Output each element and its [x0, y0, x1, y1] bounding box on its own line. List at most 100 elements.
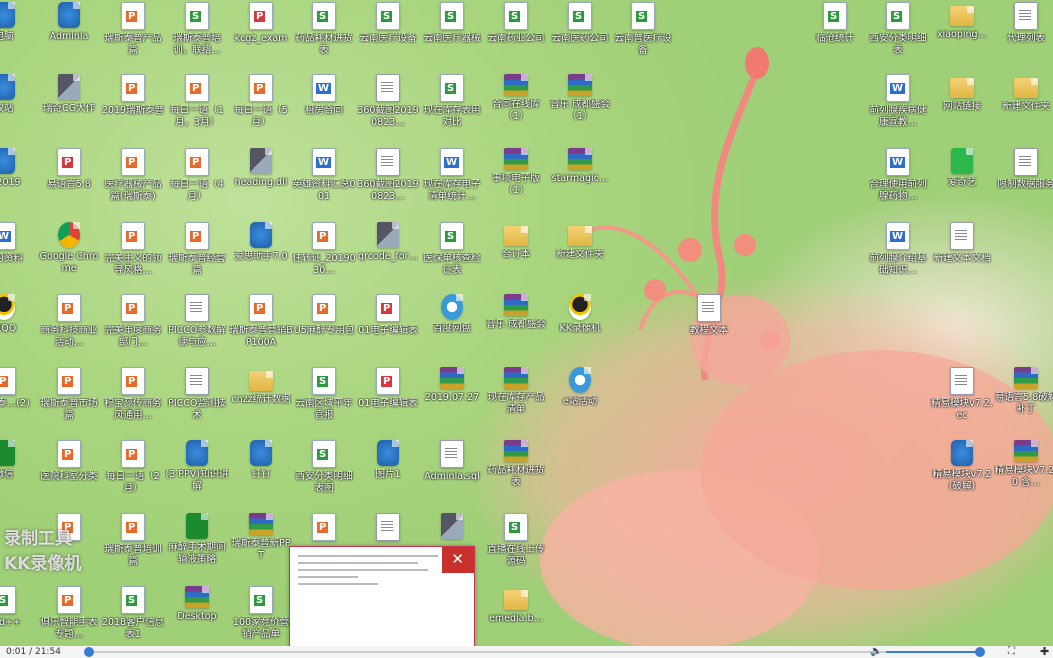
desktop-icon[interactable]: 云南区域平年官报: [292, 367, 356, 422]
desktop-icon[interactable]: 瑞斯泰普培训，联络…: [165, 2, 229, 57]
desktop-icon[interactable]: 讯QQ: [0, 294, 36, 335]
desktop-icon[interactable]: 2019瑞斯泰普: [101, 74, 165, 117]
desktop-icon[interactable]: 现在库存表用对比: [420, 74, 484, 129]
desktop-icon[interactable]: 住转证_2019030…: [292, 222, 356, 277]
desktop-icon[interactable]: [292, 513, 356, 544]
desktop-icon[interactable]: 租房合同: [292, 74, 356, 117]
desktop-icon[interactable]: emedia.b…: [484, 586, 548, 625]
desktop-icon[interactable]: 学习资料: [0, 222, 36, 265]
desktop-icon[interactable]: qrcode_for…: [356, 222, 420, 263]
desktop-icon[interactable]: 代理列表: [994, 2, 1053, 45]
desktop-icon[interactable]: 瑞斯泰普新PPT: [229, 513, 293, 562]
desktop-icon[interactable]: 360截图20190823…: [356, 74, 420, 129]
desktop-icon[interactable]: 音乐 成都盛会（1）: [548, 74, 612, 123]
desktop-icon[interactable]: 穆宝蕊传商务风通用…: [101, 367, 165, 422]
desktop-icon[interactable]: 完美主义的领导风格…: [101, 222, 165, 277]
desktop-icon[interactable]: 电脑: [0, 2, 36, 43]
desktop-icon[interactable]: 医院科室分类: [37, 440, 101, 483]
volume-icon[interactable]: 🔈: [870, 646, 882, 658]
desktop-icon[interactable]: 瑞斯泰普营销BP100A: [229, 294, 293, 349]
desktop-icon[interactable]: 瑞斯泰普产品篇: [101, 2, 165, 57]
popup-window[interactable]: ✕: [289, 546, 475, 648]
desktop-icon[interactable]: 瑞奇CG大作: [37, 74, 101, 115]
volume-slider[interactable]: [886, 651, 982, 653]
desktop-icon[interactable]: 瑞斯泰普市场篇: [37, 367, 101, 422]
desktop-icon[interactable]: 医疗器械产品篇(瑞斯泰): [101, 148, 165, 203]
desktop-icon[interactable]: PICCO监测技术: [165, 367, 229, 422]
desktop-icon[interactable]: 云南医药公司: [548, 2, 612, 45]
desktop-icon[interactable]: 药品耗材进货表: [484, 440, 548, 489]
desktop-icon[interactable]: 俱乐智能手表专题…: [37, 586, 101, 641]
desktop-icon[interactable]: Adminla: [37, 2, 101, 43]
desktop-icon[interactable]: 临沧统计: [803, 2, 867, 45]
desktop-icon[interactable]: 云南医疗器械: [420, 2, 484, 45]
desktop-icon[interactable]: heading.dll: [229, 148, 293, 189]
desktop-icon[interactable]: 前列腺介绍基础知识…: [866, 222, 930, 277]
desktop-icon[interactable]: 西安分类明细表图: [292, 440, 356, 495]
desktop-icon[interactable]: 事项电子版（1）: [484, 148, 548, 197]
desktop-icon[interactable]: pad++: [0, 586, 36, 629]
desktop-icon[interactable]: U5麻醉专用包: [292, 294, 356, 337]
desktop-icon[interactable]: Adminla.sql: [420, 440, 484, 483]
popup-close-button[interactable]: ✕: [442, 547, 474, 573]
desktop-icon[interactable]: 2019.07.27: [420, 367, 484, 404]
desktop-icon[interactable]: 云南药业公司: [484, 2, 548, 45]
desktop-icon[interactable]: 爱思助手7.0: [229, 222, 293, 263]
desktop-icon[interactable]: 现在库存产品清单: [484, 367, 548, 416]
desktop-icon[interactable]: kcgz_exam: [229, 2, 293, 45]
desktop-icon[interactable]: Desktop: [165, 586, 229, 623]
desktop-icon[interactable]: 限制数据服务: [994, 148, 1053, 191]
desktop-icon[interactable]: 现在库存电子清单统计…: [420, 148, 484, 203]
desktop-icon[interactable]: 01电子编辑表: [356, 294, 420, 337]
desktop-icon[interactable]: KK录像机: [548, 294, 612, 335]
desktop-icon[interactable]: 01电子编辑表: [356, 367, 420, 410]
desktop-icon[interactable]: 每日一语（5月）: [229, 74, 293, 129]
progress-track[interactable]: [90, 651, 980, 653]
desktop-icon[interactable]: 2018客户信息表1: [101, 586, 165, 641]
desktop-icon[interactable]: 微信: [0, 440, 36, 481]
plus-icon[interactable]: ✚: [1040, 646, 1049, 658]
desktop-icon[interactable]: 新建文本文档: [930, 222, 994, 265]
desktop-icon[interactable]: 瑞斯泰普培训篇: [101, 513, 165, 568]
desktop-icon[interactable]: 精易模块v7.2.ec: [930, 367, 994, 422]
desktop-icon[interactable]: e站活动: [548, 367, 612, 408]
desktop-icon[interactable]: starmagic…: [548, 148, 612, 185]
desktop-icon[interactable]: 易语言5.8破解补丁: [994, 367, 1053, 416]
desktop-icon[interactable]: 合同在线库（1）: [484, 74, 548, 123]
desktop-icon[interactable]: 云南医疗设备: [356, 2, 420, 45]
progress-knob[interactable]: [84, 647, 94, 657]
desktop-icon[interactable]: 前列腺疾病健康宣教…: [866, 74, 930, 129]
desktop-icon[interactable]: xiaoping…: [930, 2, 994, 41]
desktop-icon[interactable]: 商务科技商业活动…: [37, 294, 101, 349]
floating-file[interactable]: 教程文本: [686, 294, 732, 340]
desktop-icon[interactable]: 直播在线上传源码: [484, 513, 548, 568]
fullscreen-icon[interactable]: ⛶: [1008, 646, 1015, 658]
desktop-icon[interactable]: S 2019: [0, 148, 36, 189]
desktop-icon[interactable]: 百度网盘: [420, 294, 484, 335]
desktop-icon[interactable]: 瑞斯泰普经营篇: [165, 222, 229, 277]
desktop-icon[interactable]: 药品耗材进货表: [292, 2, 356, 57]
desktop-icon[interactable]: 麻醉手术期间输液策略: [165, 513, 229, 566]
volume-knob[interactable]: [975, 647, 985, 657]
desktop-icon[interactable]: 云南普医疗设备: [611, 2, 675, 57]
desktop-icon[interactable]: 网站链接: [930, 74, 994, 113]
desktop-icon[interactable]: 100家竞价营销产品单: [229, 586, 293, 641]
desktop-icon[interactable]: 收站: [0, 74, 36, 115]
desktop-icon[interactable]: 合订本: [484, 222, 548, 261]
desktop-icon[interactable]: (3 PPV)知识讲解: [165, 440, 229, 493]
desktop-icon[interactable]: 瑞斯泰…(2): [0, 367, 36, 410]
desktop-icon[interactable]: Google Chrome: [37, 222, 101, 275]
desktop-icon[interactable]: 精易模块V7.2.0 含…: [994, 440, 1053, 489]
desktop-icon[interactable]: 图片1: [356, 440, 420, 481]
desktop-icon[interactable]: 精易模块v7.2(破解): [930, 440, 994, 493]
desktop-icon[interactable]: 每日一语（4月）: [165, 148, 229, 203]
desktop-icon[interactable]: 每日一语（2月）: [101, 440, 165, 495]
desktop-icon[interactable]: 新建文件夹: [548, 222, 612, 261]
desktop-icon[interactable]: [420, 513, 484, 542]
desktop-icon[interactable]: 新建文件夹: [994, 74, 1053, 113]
desktop-icon[interactable]: 钉钉: [229, 440, 293, 481]
desktop-icon[interactable]: PICCO参数解读与应…: [165, 294, 229, 349]
desktop-icon[interactable]: 易语言5.8: [37, 148, 101, 191]
desktop-icon[interactable]: [356, 513, 420, 544]
desktop-icon[interactable]: 西安分类明细表: [866, 2, 930, 57]
